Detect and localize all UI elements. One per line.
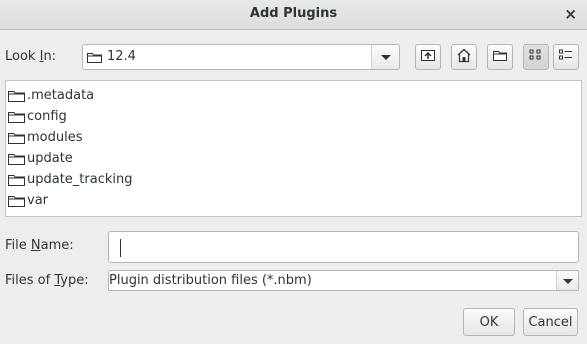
ok-button[interactable]: OK bbox=[463, 308, 515, 336]
file-name-label: File Name: bbox=[5, 238, 74, 253]
new-folder-button[interactable] bbox=[487, 44, 513, 70]
file-name: config bbox=[27, 109, 67, 124]
folder-icon bbox=[8, 131, 25, 144]
file-name: update bbox=[27, 151, 73, 166]
file-name: .metadata bbox=[27, 88, 95, 103]
file-name: update_tracking bbox=[27, 172, 133, 187]
home-icon bbox=[456, 48, 472, 67]
details-view-button[interactable] bbox=[553, 44, 579, 70]
folder-icon bbox=[8, 173, 25, 186]
file-name-input[interactable] bbox=[108, 231, 579, 263]
folder-icon bbox=[8, 110, 25, 123]
details-view-icon bbox=[558, 48, 574, 66]
up-folder-button[interactable] bbox=[415, 44, 441, 70]
look-in-dropdown-arrow[interactable] bbox=[371, 45, 399, 69]
look-in-label: Look In: bbox=[5, 49, 57, 64]
folder-icon bbox=[87, 51, 102, 67]
up-folder-icon bbox=[420, 48, 436, 66]
file-type-select[interactable]: Plugin distribution files (*.nbm) bbox=[108, 270, 579, 291]
home-button[interactable] bbox=[451, 44, 477, 70]
folder-icon bbox=[8, 89, 25, 102]
list-view-icon bbox=[528, 48, 544, 66]
list-item[interactable]: .metadata bbox=[6, 85, 581, 106]
list-item[interactable]: config bbox=[6, 106, 581, 127]
file-type-dropdown-arrow[interactable] bbox=[556, 271, 578, 290]
text-caret bbox=[120, 239, 121, 257]
list-item[interactable]: modules bbox=[6, 127, 581, 148]
folder-icon bbox=[8, 194, 25, 207]
new-folder-icon bbox=[492, 49, 508, 66]
close-icon[interactable]: × bbox=[564, 5, 577, 23]
list-item[interactable]: update bbox=[6, 148, 581, 169]
list-view-button[interactable] bbox=[523, 44, 549, 70]
file-type-label: Files of Type: bbox=[5, 273, 89, 288]
file-name: modules bbox=[27, 130, 83, 145]
window-title: Add Plugins bbox=[249, 6, 338, 21]
file-name: var bbox=[27, 193, 49, 208]
list-item[interactable]: var bbox=[6, 190, 581, 211]
folder-icon bbox=[8, 152, 25, 165]
title-bar: Add Plugins × bbox=[0, 0, 587, 30]
cancel-button[interactable]: Cancel bbox=[523, 308, 578, 336]
file-list[interactable]: .metadata config modules update update_t… bbox=[5, 80, 582, 217]
look-in-value: 12.4 bbox=[107, 49, 136, 64]
file-type-value: Plugin distribution files (*.nbm) bbox=[109, 273, 312, 288]
list-item[interactable]: update_tracking bbox=[6, 169, 581, 190]
look-in-combo[interactable]: 12.4 bbox=[82, 44, 400, 70]
